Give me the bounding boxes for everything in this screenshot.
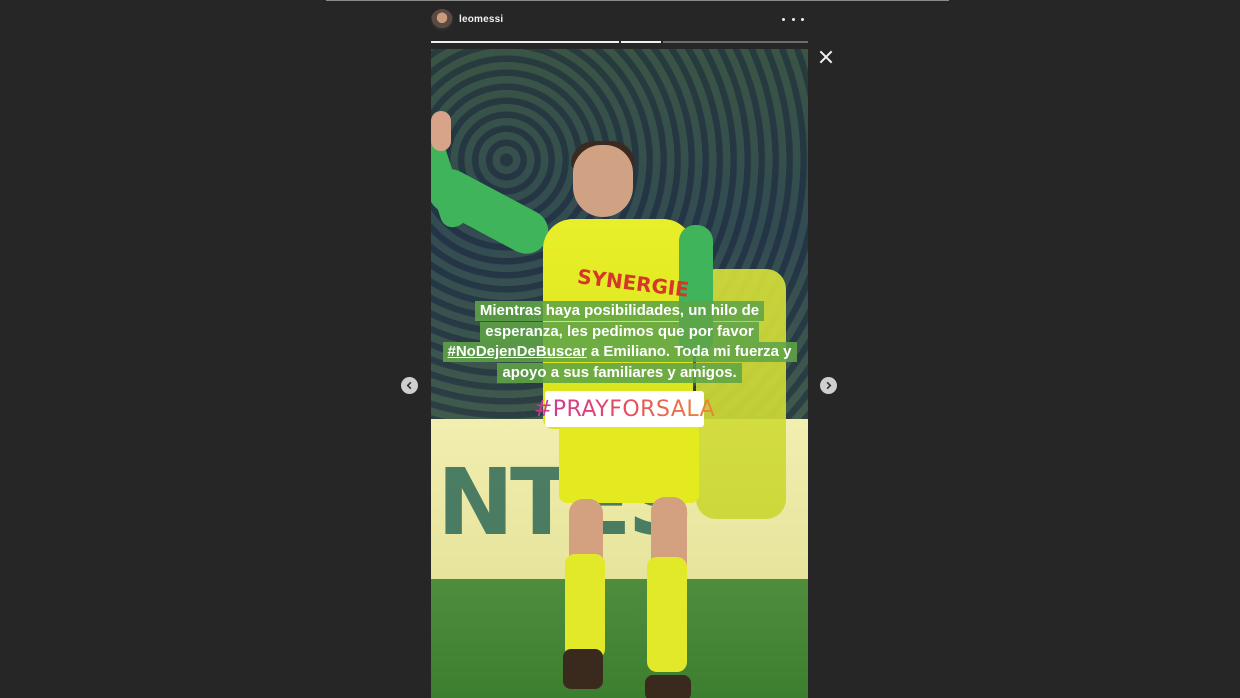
player-head [573, 145, 633, 217]
hashtag-sticker-text: #PRAYFORSALA [533, 396, 716, 422]
more-options-icon[interactable] [782, 10, 804, 28]
player-left-boot [563, 649, 603, 689]
player-right-sock [647, 557, 687, 672]
chevron-left-icon[interactable] [401, 377, 418, 394]
caption-line-3: #NoDejenDeBuscar a Emiliano. Toda mi fue… [442, 342, 797, 362]
progress-segment-2 [621, 41, 661, 43]
player-left-sock [565, 554, 605, 659]
caption-line-4: apoyo a sus familiares y amigos. [497, 362, 742, 383]
close-icon[interactable] [817, 48, 835, 66]
caption-hashtag-link[interactable]: #NoDejenDeBuscar [448, 343, 587, 360]
caption-line-2: esperanza, les pedimos que por favor [480, 321, 759, 342]
progress-segment-3 [663, 41, 808, 43]
story-caption: Mientras haya posibilidades, un hilo de … [431, 301, 808, 383]
progress-segment-1 [431, 41, 619, 43]
story-progress [431, 41, 808, 43]
player-right-boot [645, 675, 691, 698]
player-shorts [559, 423, 699, 503]
chevron-right-icon[interactable] [820, 377, 837, 394]
story-media[interactable]: NTES SYNERGIE Mientras haya posibilidade… [431, 49, 808, 698]
caption-line-1: Mientras haya posibilidades, un hilo de [474, 301, 765, 321]
pitch [431, 579, 808, 698]
caption-line-3-text: a Emiliano. Toda mi fuerza y [590, 343, 792, 360]
story-header: leomessi [431, 6, 808, 34]
hashtag-sticker[interactable]: #PRAYFORSALA [534, 391, 715, 427]
story-viewer: leomessi NTES SYNERGIE [431, 0, 808, 698]
thumbs-up-hand [431, 111, 451, 151]
username-link[interactable]: leomessi [459, 14, 503, 25]
avatar[interactable] [431, 9, 453, 31]
